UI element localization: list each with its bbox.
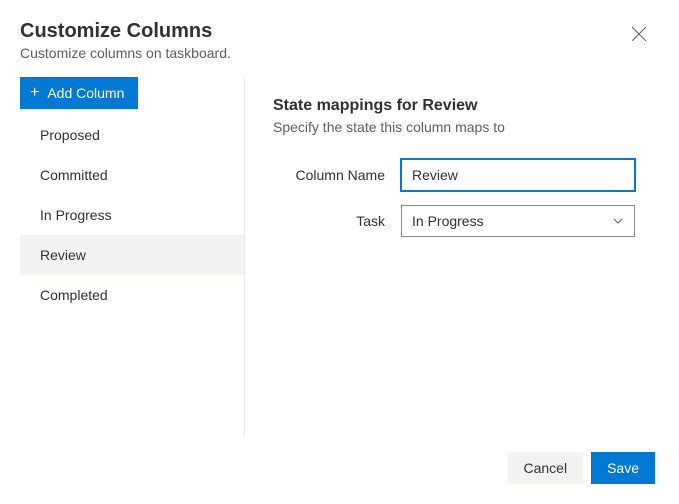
- add-column-button[interactable]: + Add Column: [20, 77, 138, 109]
- dialog-body: + Add Column Proposed Committed In Progr…: [20, 77, 655, 436]
- customize-columns-dialog: Customize Columns Customize columns on t…: [0, 0, 679, 504]
- sidebar-item-completed[interactable]: Completed: [20, 275, 244, 315]
- main-panel: State mappings for Review Specify the st…: [245, 77, 655, 436]
- close-icon: [632, 27, 646, 41]
- close-button[interactable]: [623, 18, 655, 50]
- plus-icon: +: [30, 85, 39, 101]
- column-name-input[interactable]: [401, 159, 635, 191]
- section-title: State mappings for Review: [273, 97, 655, 115]
- dialog-title: Customize Columns: [20, 20, 655, 43]
- sidebar: + Add Column Proposed Committed In Progr…: [20, 77, 245, 436]
- column-list: Proposed Committed In Progress Review Co…: [20, 115, 244, 315]
- save-button[interactable]: Save: [591, 452, 655, 484]
- task-select[interactable]: In Progress: [401, 205, 635, 237]
- dialog-header: Customize Columns Customize columns on t…: [20, 20, 655, 61]
- dialog-footer: Cancel Save: [20, 436, 655, 504]
- section-description: Specify the state this column maps to: [273, 119, 655, 135]
- sidebar-item-review[interactable]: Review: [20, 235, 244, 275]
- sidebar-item-in-progress[interactable]: In Progress: [20, 195, 244, 235]
- dialog-subtitle: Customize columns on taskboard.: [20, 45, 655, 61]
- sidebar-item-proposed[interactable]: Proposed: [20, 115, 244, 155]
- column-name-row: Column Name: [273, 159, 655, 191]
- cancel-button[interactable]: Cancel: [507, 452, 583, 484]
- chevron-down-icon: [612, 215, 624, 227]
- column-name-label: Column Name: [273, 167, 401, 183]
- add-column-label: Add Column: [47, 85, 124, 101]
- task-label: Task: [273, 213, 401, 229]
- sidebar-item-committed[interactable]: Committed: [20, 155, 244, 195]
- task-row: Task In Progress: [273, 205, 655, 237]
- task-select-value: In Progress: [412, 213, 484, 229]
